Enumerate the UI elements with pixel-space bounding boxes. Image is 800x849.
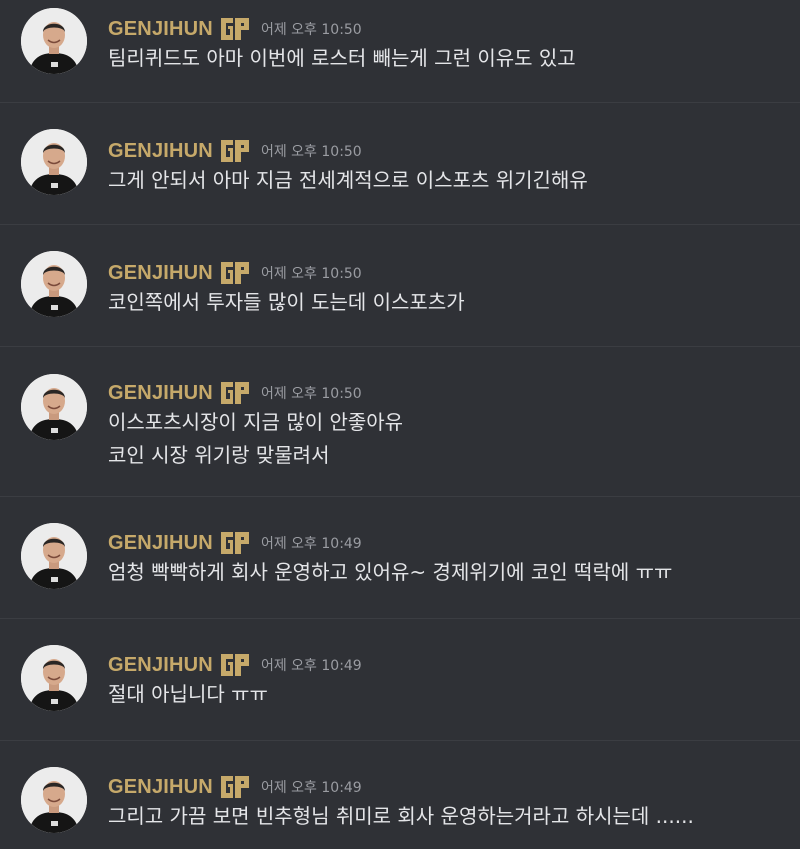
timestamp: 어제 오후 10:50 (260, 386, 362, 402)
message-text: 그리고 가끔 보면 빈추형님 취미로 회사 운영하는거라고 하시는데 .....… (108, 804, 694, 828)
timestamp: 어제 오후 10:50 (260, 266, 362, 282)
message-text: 그게 안되서 아마 지금 전세계적으로 이스포츠 위기긴해유 (108, 168, 588, 192)
avatar[interactable] (21, 129, 87, 195)
avatar[interactable] (21, 523, 87, 589)
message-text: 코인쪽에서 투자들 많이 도는데 이스포츠가 (108, 290, 465, 314)
username[interactable]: GENJIHUN (108, 140, 213, 163)
message-item: GENJIHUN 어제 오후 10:50 코인쪽에서 투자들 많이 도는데 이스… (0, 225, 800, 346)
message-item: GENJIHUN 어제 오후 10:50 팀리퀴드도 아마 이번에 로스터 빼는… (0, 0, 800, 102)
gen-g-logo-icon (220, 16, 250, 42)
username[interactable]: GENJIHUN (108, 532, 213, 555)
username[interactable]: GENJIHUN (108, 262, 213, 285)
timestamp: 어제 오후 10:49 (260, 536, 362, 552)
gen-g-logo-icon (220, 380, 250, 406)
avatar[interactable] (21, 8, 87, 74)
timestamp: 어제 오후 10:50 (260, 22, 362, 38)
gen-g-logo-icon (220, 260, 250, 286)
message-item: GENJIHUN 어제 오후 10:49 엄청 빡빡하게 회사 운영하고 있어유… (0, 497, 800, 618)
message-text: 엄청 빡빡하게 회사 운영하고 있어유~ 경제위기에 코인 떡락에 ㅠㅠ (108, 560, 673, 584)
timestamp: 어제 오후 10:49 (260, 658, 362, 674)
gen-g-logo-icon (220, 138, 250, 164)
username[interactable]: GENJIHUN (108, 654, 213, 677)
gen-g-logo-icon (220, 774, 250, 800)
message-item: GENJIHUN 어제 오후 10:49 절대 아닙니다 ㅠㅠ (0, 619, 800, 740)
username[interactable]: GENJIHUN (108, 776, 213, 799)
message-text: 절대 아닙니다 ㅠㅠ (108, 682, 268, 706)
gen-g-logo-icon (220, 652, 250, 678)
message-text: 이스포츠시장이 지금 많이 안좋아유 (108, 410, 404, 434)
timestamp: 어제 오후 10:49 (260, 780, 362, 796)
gen-g-logo-icon (220, 530, 250, 556)
avatar[interactable] (21, 251, 87, 317)
message-item: GENJIHUN 어제 오후 10:50 이스포츠시장이 지금 많이 안좋아유 … (0, 347, 800, 496)
timestamp: 어제 오후 10:50 (260, 144, 362, 160)
message-item: GENJIHUN 어제 오후 10:49 그리고 가끔 보면 빈추형님 취미로 … (0, 741, 800, 849)
avatar[interactable] (21, 374, 87, 440)
chat-message-list[interactable]: GENJIHUN 어제 오후 10:50 팀리퀴드도 아마 이번에 로스터 빼는… (0, 0, 800, 849)
message-text: 코인 시장 위기랑 맞물려서 (108, 443, 330, 467)
avatar[interactable] (21, 645, 87, 711)
message-text: 팀리퀴드도 아마 이번에 로스터 빼는게 그런 이유도 있고 (108, 46, 576, 70)
message-item: GENJIHUN 어제 오후 10:50 그게 안되서 아마 지금 전세계적으로… (0, 103, 800, 224)
username[interactable]: GENJIHUN (108, 382, 213, 405)
avatar[interactable] (21, 767, 87, 833)
username[interactable]: GENJIHUN (108, 18, 213, 41)
